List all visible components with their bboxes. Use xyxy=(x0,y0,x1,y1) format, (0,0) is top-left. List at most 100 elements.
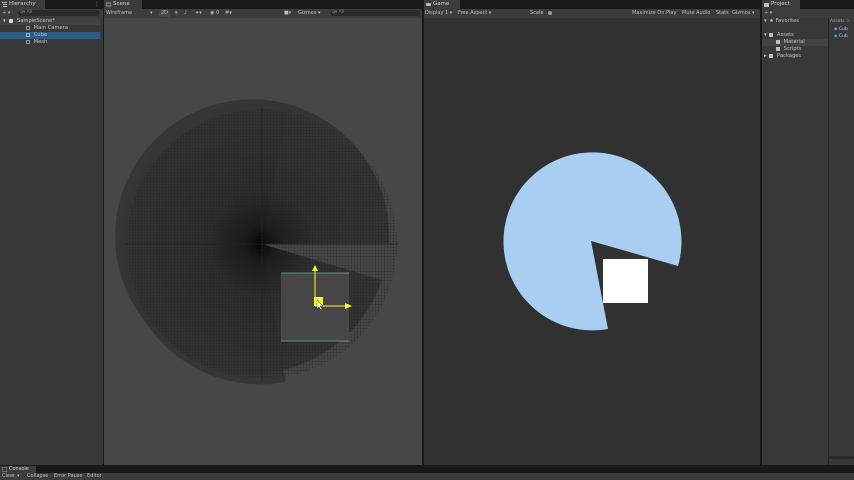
assets-label: Assets xyxy=(776,32,794,38)
effects-dropdown-icon[interactable]: ✦▾ xyxy=(195,10,202,17)
gizmos-dropdown[interactable]: Gizmos ▾ xyxy=(298,10,321,17)
game-gizmos-dropdown[interactable]: Gizmos ▾ xyxy=(732,10,755,17)
prefab-icon: ◆ xyxy=(834,34,838,39)
aspect-label: Free Aspect xyxy=(458,10,488,16)
scale-slider[interactable]: Scale xyxy=(530,10,553,17)
display-dropdown[interactable]: Display 1 ▾ xyxy=(425,10,452,17)
list-item-label: Main Camera xyxy=(33,25,69,31)
game-tabbar xyxy=(424,0,760,9)
console-collapse-toggle[interactable]: Collapse xyxy=(27,473,48,480)
favorites-header[interactable]: ▾ ★ Favorites xyxy=(762,18,828,25)
hierarchy-add-button[interactable]: + ▾ xyxy=(2,10,10,17)
scale-label: Scale xyxy=(530,10,544,16)
folder-icon xyxy=(769,32,774,37)
hidden-objects-icon[interactable]: ◉ 0 xyxy=(210,10,219,17)
tab-console[interactable]: Console xyxy=(0,466,36,473)
folder-item[interactable]: Material xyxy=(762,39,828,46)
tab-scene[interactable]: Scene xyxy=(104,0,142,9)
project-toolbar xyxy=(762,9,854,18)
tab-game[interactable]: Game xyxy=(424,0,460,9)
game-gizmos-label: Gizmos xyxy=(732,10,751,16)
2d-toggle[interactable]: 2D xyxy=(159,10,170,17)
packages-folder[interactable]: ▸ Packages xyxy=(762,53,828,60)
list-item-label: Mesh xyxy=(33,39,48,45)
tab-label: Game xyxy=(433,1,450,7)
asset-item[interactable]: ◆ Cub xyxy=(834,26,848,33)
lighting-toggle-icon[interactable]: ☀ xyxy=(174,10,178,17)
list-item[interactable]: Mesh xyxy=(0,39,100,46)
shading-mode-label: Wireframe xyxy=(106,10,133,16)
grid-icon[interactable]: #▾ xyxy=(225,10,232,17)
audio-toggle-icon[interactable]: ♪ xyxy=(184,10,187,17)
project-split-divider[interactable] xyxy=(828,18,829,465)
tab-label: Hierarchy xyxy=(9,1,36,7)
expand-arrow-icon: ▾ xyxy=(764,32,767,38)
game-viewport[interactable] xyxy=(424,18,760,465)
project-add-button[interactable]: + ▾ xyxy=(764,10,772,17)
hierarchy-menu-icon[interactable]: ⋮ xyxy=(94,1,101,8)
console-clear-button[interactable]: Clear xyxy=(2,473,15,480)
assets-folder[interactable]: ▾ Assets xyxy=(762,32,828,39)
folder-icon xyxy=(769,53,774,58)
hierarchy-icon xyxy=(2,2,7,7)
hierarchy-body: ▾ SampleScene* Main Camera Cube Mesh xyxy=(0,18,103,465)
console-toolbar: Clear ▾ Collapse Error Pause Editor xyxy=(0,473,854,480)
star-icon: ★ xyxy=(769,18,774,24)
camera-icon[interactable]: ■▾ xyxy=(284,10,291,17)
console-tabbar xyxy=(0,466,854,473)
prefab-icon: ◆ xyxy=(834,27,838,32)
maximize-on-play-toggle[interactable]: Maximize On Play xyxy=(632,10,676,17)
chevron-down-icon: ▾ xyxy=(150,10,153,16)
asset-item-label: Cub xyxy=(838,34,848,39)
scene-root[interactable]: ▾ SampleScene* xyxy=(0,18,100,25)
console-editor-dropdown[interactable]: Editor xyxy=(87,473,102,480)
2d-toggle-label: 2D xyxy=(160,10,169,16)
unity-scene-icon xyxy=(9,18,14,23)
mute-audio-toggle[interactable]: Mute Audio xyxy=(682,10,710,17)
zoom-slider[interactable] xyxy=(828,456,854,459)
scene-viewport[interactable] xyxy=(104,18,422,465)
gameobject-icon xyxy=(26,32,30,37)
rendered-cube xyxy=(603,259,648,303)
stats-toggle[interactable]: Stats xyxy=(716,10,729,17)
folder-icon xyxy=(776,39,780,44)
scene-icon xyxy=(105,2,112,7)
folder-icon xyxy=(764,2,769,7)
shading-mode-dropdown[interactable]: Wireframe ▾ xyxy=(106,10,156,17)
list-item[interactable]: Main Camera xyxy=(0,25,100,32)
tab-hierarchy[interactable]: Hierarchy xyxy=(0,0,45,9)
packages-label: Packages xyxy=(776,53,802,59)
console-clear-options-button[interactable]: ▾ xyxy=(17,473,20,480)
list-item-label: Cube xyxy=(33,32,48,38)
assets-breadcrumb[interactable]: Assets > xyxy=(830,18,850,25)
expand-arrow-icon: ▾ xyxy=(3,18,6,24)
asset-item-label: Cub xyxy=(838,27,848,32)
scene-search-input[interactable]: q▾ All xyxy=(330,10,420,16)
hierarchy-search-input[interactable]: q▾ All xyxy=(18,10,100,16)
tab-label: Console xyxy=(9,466,29,472)
gamepad-icon xyxy=(426,2,431,7)
console-error-pause-toggle[interactable]: Error Pause xyxy=(54,473,82,480)
list-item[interactable]: Cube xyxy=(0,32,100,39)
asset-item[interactable]: ◆ Cub xyxy=(834,33,848,40)
scene-view-canvas xyxy=(115,99,399,385)
folder-label: Material xyxy=(783,39,805,45)
tab-label: Scene xyxy=(113,1,130,7)
folder-item[interactable]: Scripts xyxy=(762,46,828,53)
aspect-dropdown[interactable]: Free Aspect ▾ xyxy=(458,10,491,17)
tab-project[interactable]: Project xyxy=(762,0,800,9)
folder-label: Scripts xyxy=(783,46,802,52)
scene-name: SampleScene* xyxy=(16,18,55,24)
folder-icon xyxy=(776,46,780,51)
expand-arrow-icon: ▸ xyxy=(764,53,767,59)
gameobject-icon xyxy=(26,39,30,44)
project-body: ▾ ★ Favorites ▾ Assets Material Scripts … xyxy=(762,18,854,465)
scale-slider-knob[interactable] xyxy=(548,10,553,15)
favorites-label: Favorites xyxy=(775,18,800,24)
console-icon xyxy=(1,466,8,473)
gameobject-icon xyxy=(26,25,30,30)
wireframe-mesh xyxy=(115,99,399,385)
gizmos-label: Gizmos xyxy=(298,10,317,16)
rendered-circle-mesh xyxy=(503,152,682,331)
scene-tabbar xyxy=(104,0,422,9)
